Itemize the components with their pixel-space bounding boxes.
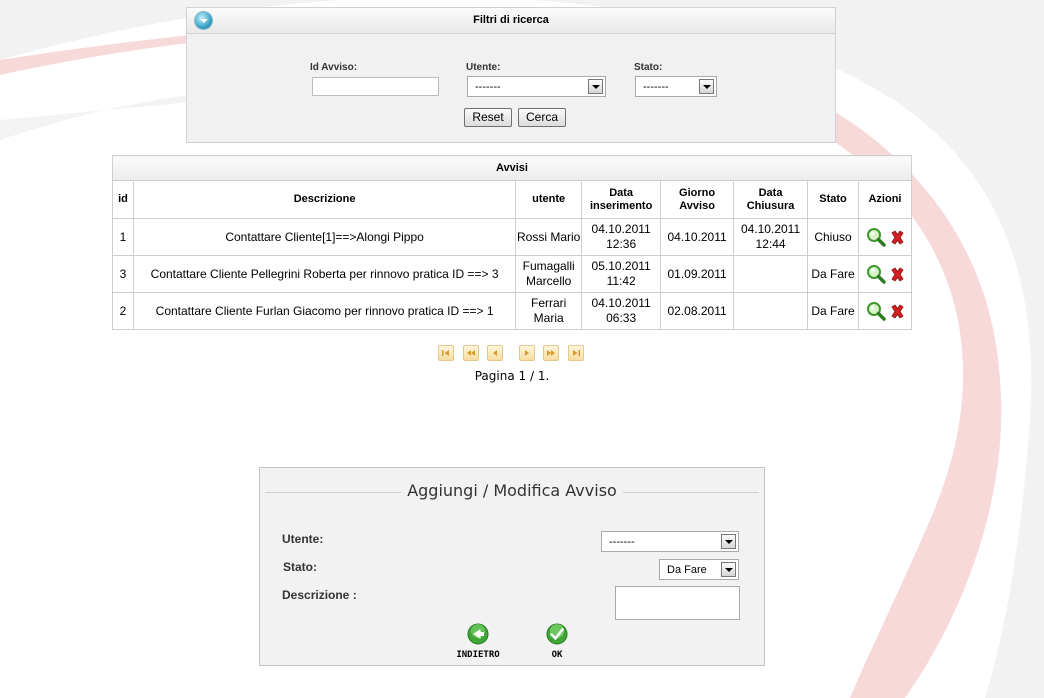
cell-data-chiusura: 04.10.2011 12:44 <box>733 218 809 256</box>
descrizione-label: Descrizione : <box>282 588 357 602</box>
delete-x-icon[interactable] <box>890 304 905 319</box>
cell-giorno-avviso: 01.09.2011 <box>660 255 735 293</box>
table-caption: Avvisi <box>112 155 912 181</box>
back-arrow-icon <box>467 623 489 645</box>
delete-x-icon[interactable] <box>890 230 905 245</box>
table-caption-row: Avvisi <box>112 155 912 181</box>
filter-panel: Filtri di ricerca Id Avviso: Utente: ---… <box>186 7 836 143</box>
cell-giorno-avviso: 04.10.2011 <box>660 218 735 256</box>
cell-id: 1 <box>112 218 134 256</box>
table-row[interactable]: 1 Contattare Cliente[1]==>Alongi Pippo R… <box>112 218 913 256</box>
next-block-icon[interactable] <box>543 345 559 361</box>
stato-value: Da Fare <box>667 564 707 576</box>
stato-filter-label: Stato: <box>634 62 663 73</box>
utente-filter-value: ------- <box>475 81 501 93</box>
checkmark-icon <box>546 623 568 645</box>
dropdown-arrow-icon[interactable] <box>588 79 603 94</box>
last-page-icon[interactable] <box>568 345 584 361</box>
dropdown-arrow-icon[interactable] <box>699 79 714 94</box>
cell-stato: Da Fare <box>807 292 859 330</box>
cell-azioni <box>857 218 913 256</box>
ok-label: OK <box>551 650 563 660</box>
cell-descrizione: Contattare Cliente Pellegrini Roberta pe… <box>132 255 517 293</box>
utente-select[interactable]: ------- <box>601 531 739 552</box>
cell-id: 3 <box>112 255 134 293</box>
avvisi-table: Avvisi id Descrizione utente Data inseri… <box>112 155 913 330</box>
stato-select[interactable]: Da Fare <box>659 559 739 580</box>
id-avviso-label: Id Avviso: <box>310 62 358 73</box>
cell-utente: Ferrari Maria <box>515 292 583 330</box>
cell-descrizione: Contattare Cliente Furlan Giacomo per ri… <box>132 292 517 330</box>
cell-data-inserimento: 04.10.2011 12:36 <box>581 218 662 256</box>
dropdown-arrow-icon[interactable] <box>721 534 736 549</box>
cell-id: 2 <box>112 292 134 330</box>
utente-filter-label: Utente: <box>466 62 501 73</box>
magnifier-icon[interactable] <box>866 301 886 321</box>
cell-azioni <box>857 255 913 293</box>
utente-value: ------- <box>609 536 635 548</box>
descrizione-textarea[interactable] <box>615 586 740 620</box>
column-header-descrizione[interactable]: Descrizione <box>132 180 517 219</box>
cell-data-inserimento: 05.10.2011 11:42 <box>581 255 662 293</box>
utente-filter-select[interactable]: ------- <box>467 76 606 97</box>
table-header-row: id Descrizione utente Data inserimento G… <box>112 180 913 219</box>
filter-panel-title: Filtri di ricerca <box>473 14 549 26</box>
avviso-form: Aggiungi / Modifica Avviso Utente: -----… <box>259 467 765 666</box>
delete-x-icon[interactable] <box>890 267 905 282</box>
cerca-button[interactable]: Cerca <box>518 108 566 127</box>
stato-label: Stato: <box>283 560 317 574</box>
reset-button[interactable]: Reset <box>464 108 512 127</box>
dropdown-arrow-icon[interactable] <box>721 562 736 577</box>
cell-data-inserimento: 04.10.2011 06:33 <box>581 292 662 330</box>
row-actions <box>864 264 906 284</box>
form-title: Aggiungi / Modifica Avviso <box>401 481 623 500</box>
cell-giorno-avviso: 02.08.2011 <box>660 292 735 330</box>
column-header-utente[interactable]: utente <box>515 180 583 219</box>
table-row[interactable]: 2 Contattare Cliente Furlan Giacomo per … <box>112 292 913 330</box>
page-info: Pagina 1 / 1. <box>474 369 550 383</box>
stato-filter-value: ------- <box>643 81 669 93</box>
column-header-id[interactable]: id <box>112 180 134 219</box>
cell-azioni <box>857 292 913 330</box>
prev-block-icon[interactable] <box>463 345 479 361</box>
next-page-icon[interactable] <box>519 345 535 361</box>
filter-panel-header: Filtri di ricerca <box>187 8 835 34</box>
row-actions <box>864 227 906 247</box>
cell-descrizione: Contattare Cliente[1]==>Alongi Pippo <box>132 218 517 256</box>
row-actions <box>864 301 906 321</box>
cell-stato: Da Fare <box>807 255 859 293</box>
first-page-icon[interactable] <box>438 345 454 361</box>
column-header-stato[interactable]: Stato <box>807 180 859 219</box>
column-header-data-inserimento[interactable]: Data inserimento <box>581 180 662 219</box>
id-avviso-input[interactable] <box>312 77 439 96</box>
column-header-giorno-avviso[interactable]: Giorno Avviso <box>660 180 735 219</box>
cell-utente: Rossi Mario <box>515 218 583 256</box>
cell-stato: Chiuso <box>807 218 859 256</box>
form-legend: Aggiungi / Modifica Avviso <box>260 481 764 500</box>
ok-button[interactable]: OK <box>532 623 582 660</box>
stato-filter-select[interactable]: ------- <box>635 76 717 97</box>
table-row[interactable]: 3 Contattare Cliente Pellegrini Roberta … <box>112 255 913 293</box>
cell-utente: Fumagalli Marcello <box>515 255 583 293</box>
magnifier-icon[interactable] <box>866 227 886 247</box>
cell-data-chiusura <box>733 255 809 293</box>
prev-page-icon[interactable] <box>487 345 503 361</box>
utente-label: Utente: <box>282 532 324 546</box>
column-header-azioni: Azioni <box>857 180 913 219</box>
column-header-data-chiusura[interactable]: Data Chiusura <box>733 180 809 219</box>
magnifier-icon[interactable] <box>866 264 886 284</box>
cell-data-chiusura <box>733 292 809 330</box>
indietro-button[interactable]: INDIETRO <box>450 623 506 660</box>
indietro-label: INDIETRO <box>456 650 500 660</box>
